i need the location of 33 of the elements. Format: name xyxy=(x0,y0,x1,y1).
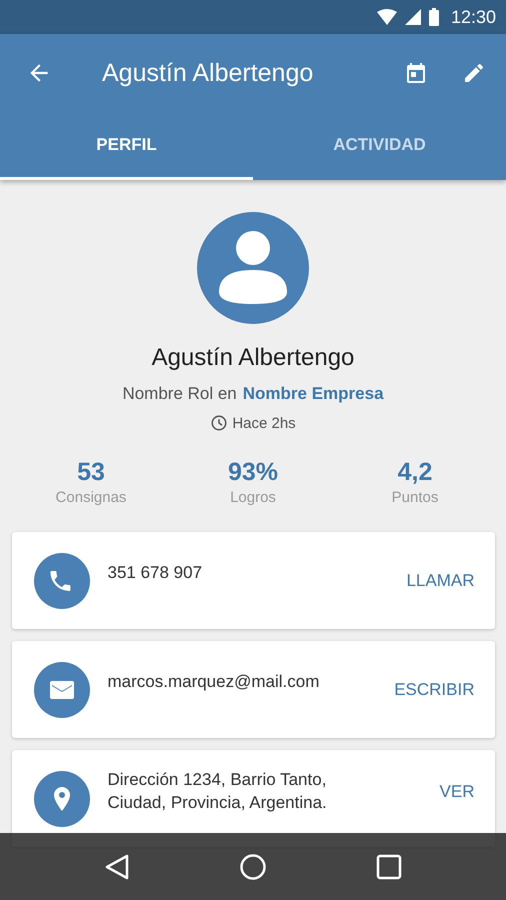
edit-icon[interactable] xyxy=(462,61,486,85)
contact-text: marcos.marquez@mail.com xyxy=(108,671,320,694)
wifi-icon xyxy=(376,9,397,25)
home-icon[interactable] xyxy=(238,852,267,880)
stat-value: 93% xyxy=(228,458,278,487)
status-time: 12:30 xyxy=(450,6,496,28)
tab[interactable]: ACTIVIDAD xyxy=(253,112,506,180)
last-seen-text: Hace 2hs xyxy=(232,414,296,432)
contact-text: Dirección 1234, Barrio Tanto, Ciudad, Provincia, Argentina. xyxy=(108,769,328,814)
contact-action-button[interactable]: LLAMAR xyxy=(406,570,474,590)
mail-icon xyxy=(34,662,90,718)
tab[interactable]: PERFIL xyxy=(0,112,253,180)
stat-value: 4,2 xyxy=(398,458,432,487)
avatar-icon xyxy=(197,212,309,324)
back-icon[interactable] xyxy=(104,852,130,880)
clock-icon xyxy=(210,414,228,432)
calendar-icon[interactable] xyxy=(404,61,428,85)
battery-icon xyxy=(428,8,439,26)
role-text: Nombre Rol en xyxy=(122,384,237,404)
stat-value: 53 xyxy=(77,458,105,487)
location-pin-icon xyxy=(34,770,90,826)
signal-icon xyxy=(404,9,421,25)
stat-label: Puntos xyxy=(392,489,438,506)
phone-icon xyxy=(34,552,90,608)
contact-text: 351 678 907 xyxy=(108,562,204,584)
app-bar-title: Agustín Albertengo xyxy=(102,58,314,88)
contact-action-button[interactable]: ESCRIBIR xyxy=(394,680,474,700)
company-link[interactable]: Nombre Empresa xyxy=(242,384,384,404)
recents-icon[interactable] xyxy=(376,854,402,880)
stat-label: Logros xyxy=(230,489,276,506)
contact-action-button[interactable]: VER xyxy=(440,782,474,802)
profile-name: Agustín Albertengo xyxy=(152,344,354,372)
stat-label: Consignas xyxy=(56,489,126,506)
